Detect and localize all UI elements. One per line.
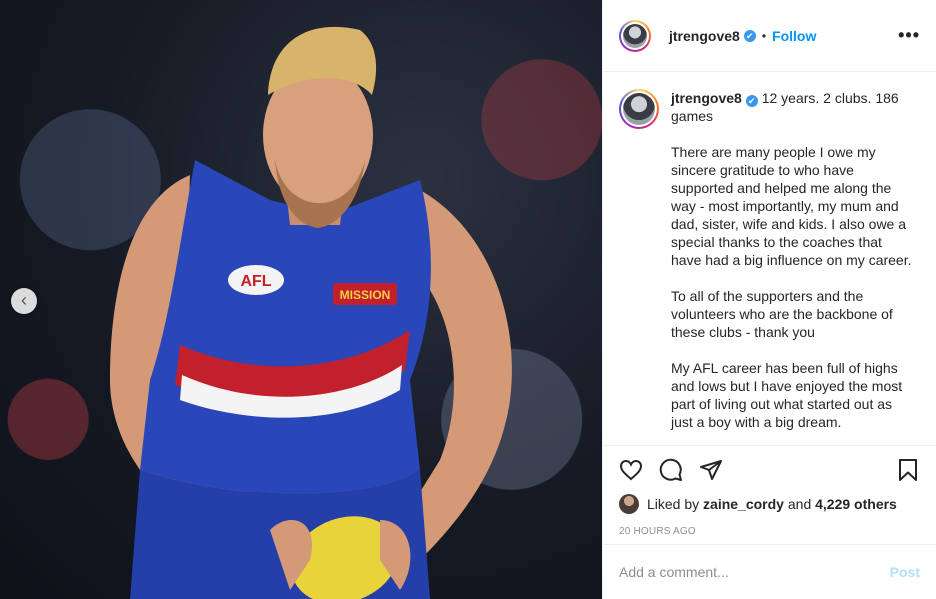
likes-and: and	[787, 496, 812, 512]
post-comment-button[interactable]: Post	[890, 564, 920, 580]
likes-prefix: Liked by	[647, 496, 700, 512]
carousel-prev-button[interactable]: ‹	[11, 288, 37, 314]
comment-bar: Post	[603, 544, 936, 599]
share-icon[interactable]	[699, 458, 723, 482]
avatar[interactable]	[619, 19, 651, 52]
post-actions: Liked by zaine_cordy and 4,229 others 20…	[603, 445, 936, 545]
separator-dot: •	[761, 28, 767, 43]
bookmark-icon[interactable]	[896, 458, 920, 482]
caption-username-link[interactable]: jtrengove8	[671, 90, 742, 106]
username-link[interactable]: jtrengove8	[669, 28, 740, 44]
post-side-panel: jtrengove8 ✔ • Follow ••• jtrengove8 ✔ 12…	[602, 0, 936, 599]
verified-badge-icon: ✔	[745, 95, 758, 107]
caption-section: jtrengove8 ✔ 12 years. 2 clubs. 186 games…	[603, 73, 936, 445]
comment-input[interactable]	[619, 564, 890, 580]
caption-avatar[interactable]	[619, 89, 659, 129]
caption-paragraph: My AFL career has been full of highs and…	[671, 360, 903, 430]
likes-summary: Liked by zaine_cordy and 4,229 others	[619, 494, 920, 514]
player-illustration: AFL MISSION	[110, 26, 512, 599]
more-options-icon[interactable]: •••	[898, 25, 920, 46]
liker-username-link[interactable]: zaine_cordy	[703, 496, 784, 512]
caption-paragraph: To all of the supporters and the volunte…	[671, 288, 893, 340]
caption-paragraph: There are many people I owe my sincere g…	[671, 144, 912, 268]
comment-icon[interactable]	[659, 458, 683, 482]
heart-icon[interactable]	[619, 458, 643, 482]
liker-avatar[interactable]	[619, 494, 639, 514]
post-timestamp[interactable]: 20 HOURS AGO	[619, 526, 920, 537]
caption-text: jtrengove8 ✔ 12 years. 2 clubs. 186 games…	[671, 89, 916, 431]
post-header: jtrengove8 ✔ • Follow •••	[603, 0, 936, 72]
afl-logo: AFL	[240, 273, 271, 290]
post-image[interactable]: AFL MISSION ‹	[0, 0, 602, 599]
likes-count-link[interactable]: 4,229 others	[815, 496, 897, 512]
verified-badge-icon: ✔	[743, 29, 756, 42]
follow-button[interactable]: Follow	[772, 28, 816, 44]
sponsor-logo: MISSION	[340, 288, 391, 302]
